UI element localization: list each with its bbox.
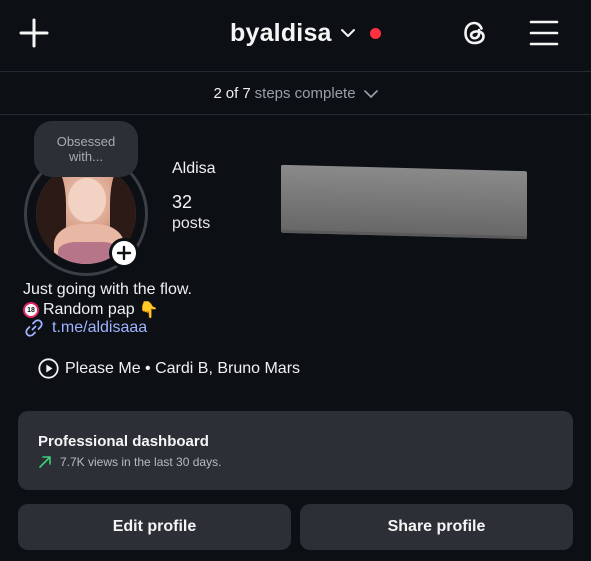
dashboard-views: 7.7K views in the last 30 days. bbox=[60, 455, 222, 469]
create-plus-button[interactable] bbox=[18, 17, 50, 49]
account-switcher[interactable]: byaldisa bbox=[230, 16, 381, 50]
bio-line-2: 18 Random pap 👇 bbox=[23, 300, 159, 320]
threads-icon bbox=[464, 21, 485, 45]
menu-button[interactable] bbox=[528, 17, 560, 49]
share-profile-button[interactable]: Share profile bbox=[300, 504, 573, 550]
note-line-2: with... bbox=[69, 149, 103, 164]
music-song: Please Me • Cardi B, Bruno Mars bbox=[65, 359, 301, 377]
posts-label[interactable]: posts bbox=[172, 215, 210, 233]
bio-line-2-text: Random pap bbox=[43, 301, 135, 318]
profile-note[interactable]: Obsessed with... bbox=[34, 121, 138, 177]
steps-progress-toggle[interactable]: 2 of 7 steps complete bbox=[0, 73, 591, 115]
redacted-block bbox=[281, 164, 527, 240]
top-bar: byaldisa bbox=[0, 0, 591, 72]
link-text[interactable]: t.me/aldisaaa bbox=[52, 319, 147, 337]
posts-count[interactable]: 32 bbox=[172, 192, 192, 213]
bio-line-1: Just going with the flow. bbox=[23, 281, 192, 298]
pointing-down-emoji: 👇 bbox=[138, 302, 159, 319]
dashboard-subtitle: 7.7K views in the last 30 days. bbox=[38, 455, 221, 469]
adult-18-icon: 18 bbox=[23, 302, 39, 318]
add-story-button[interactable] bbox=[109, 238, 139, 268]
play-circle-icon bbox=[38, 358, 59, 379]
edit-profile-button[interactable]: Edit profile bbox=[18, 504, 291, 550]
plus-icon bbox=[116, 245, 132, 261]
link-icon bbox=[25, 319, 43, 337]
threads-button[interactable] bbox=[458, 16, 492, 50]
chevron-down-icon bbox=[340, 29, 355, 37]
notification-dot bbox=[369, 27, 381, 39]
note-line-1: Obsessed bbox=[56, 134, 116, 149]
username: byaldisa bbox=[230, 18, 332, 47]
steps-of: of bbox=[225, 85, 239, 102]
plus-icon bbox=[19, 18, 49, 48]
display-name: Aldisa bbox=[172, 160, 216, 177]
trend-up-arrow-icon bbox=[39, 456, 51, 468]
bio-link[interactable]: t.me/aldisaaa bbox=[24, 318, 147, 338]
hamburger-menu-icon bbox=[529, 20, 559, 46]
steps-suffix: steps complete bbox=[254, 85, 356, 102]
dashboard-title: Professional dashboard bbox=[38, 433, 209, 450]
steps-done-count: 2 bbox=[213, 85, 222, 102]
steps-total-count: 7 bbox=[242, 85, 251, 102]
profile-music[interactable]: Please Me • Cardi B, Bruno Mars bbox=[38, 358, 300, 379]
chevron-down-icon bbox=[363, 89, 378, 98]
professional-dashboard[interactable]: Professional dashboard 7.7K views in the… bbox=[18, 411, 573, 490]
